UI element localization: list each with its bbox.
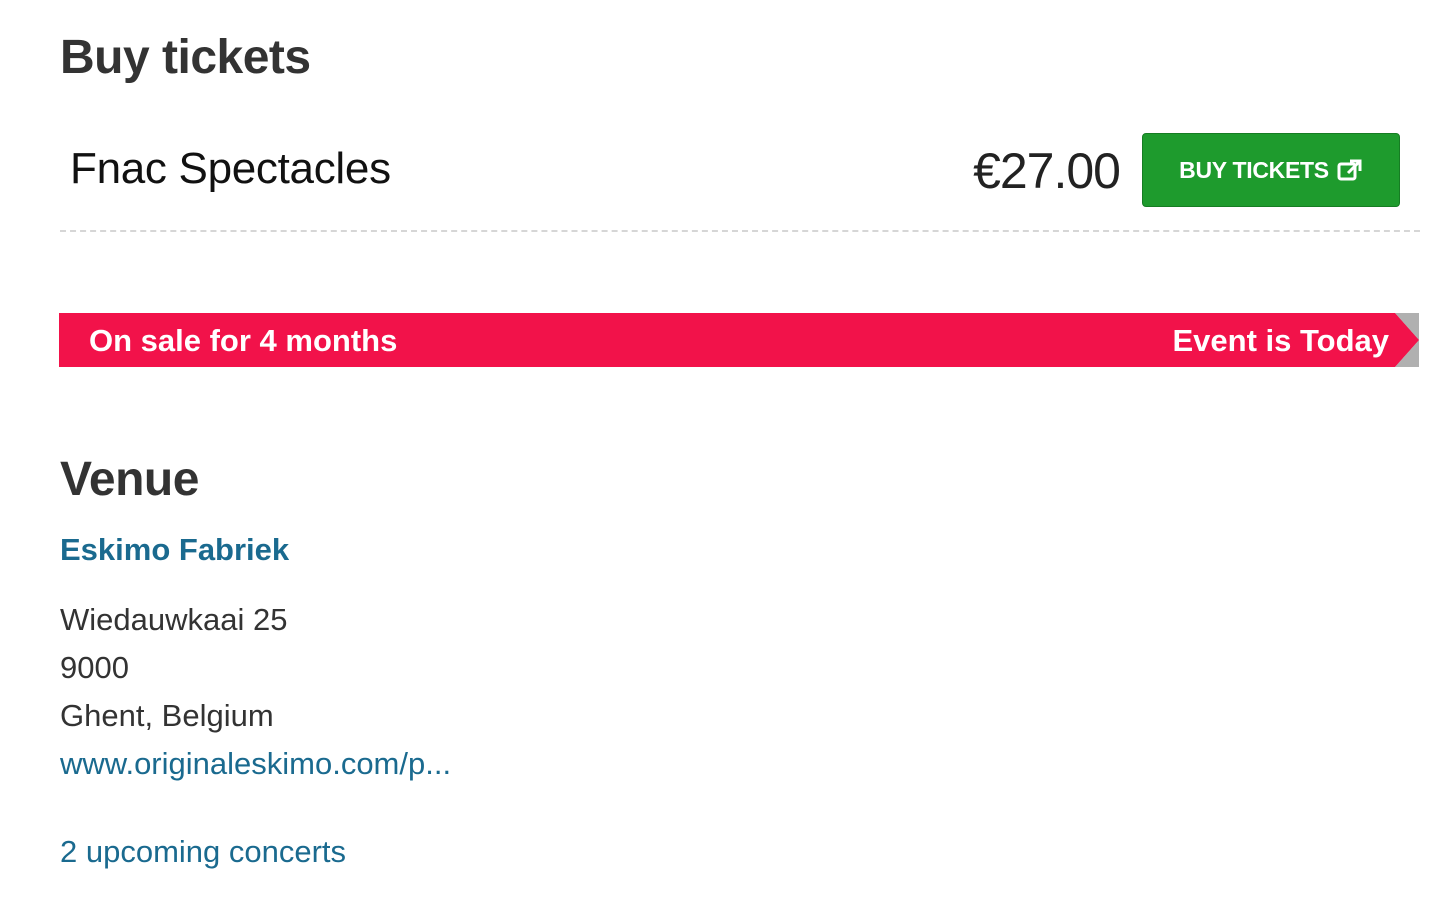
on-sale-duration: On sale for 4 months <box>89 323 398 358</box>
ticket-vendor-row: Fnac Spectacles €27.00 BUY TICKETS <box>60 130 1420 232</box>
venue-city: Ghent, Belgium <box>60 698 274 733</box>
upcoming-concerts-link[interactable]: 2 upcoming concerts <box>60 834 346 870</box>
venue-website-link[interactable]: www.originaleskimo.com/p... <box>60 746 451 782</box>
venue-postcode: 9000 <box>60 650 129 685</box>
banner-arrow-icon <box>1395 313 1419 367</box>
ticket-price: €27.00 <box>973 143 1121 199</box>
venue-name-link[interactable]: Eskimo Fabriek <box>60 532 289 568</box>
buy-tickets-button[interactable]: BUY TICKETS <box>1142 133 1400 207</box>
sale-status-banner: On sale for 4 months Event is Today <box>59 313 1419 367</box>
venue-heading: Venue <box>60 453 199 506</box>
event-timing: Event is Today <box>1172 323 1390 358</box>
vendor-name: Fnac Spectacles <box>70 144 391 193</box>
venue-street: Wiedauwkaai 25 <box>60 602 288 637</box>
page: Buy tickets Fnac Spectacles €27.00 BUY T… <box>0 0 1438 902</box>
buy-tickets-label: BUY TICKETS <box>1179 156 1329 183</box>
external-link-icon <box>1337 158 1363 182</box>
buy-tickets-heading: Buy tickets <box>60 31 311 84</box>
